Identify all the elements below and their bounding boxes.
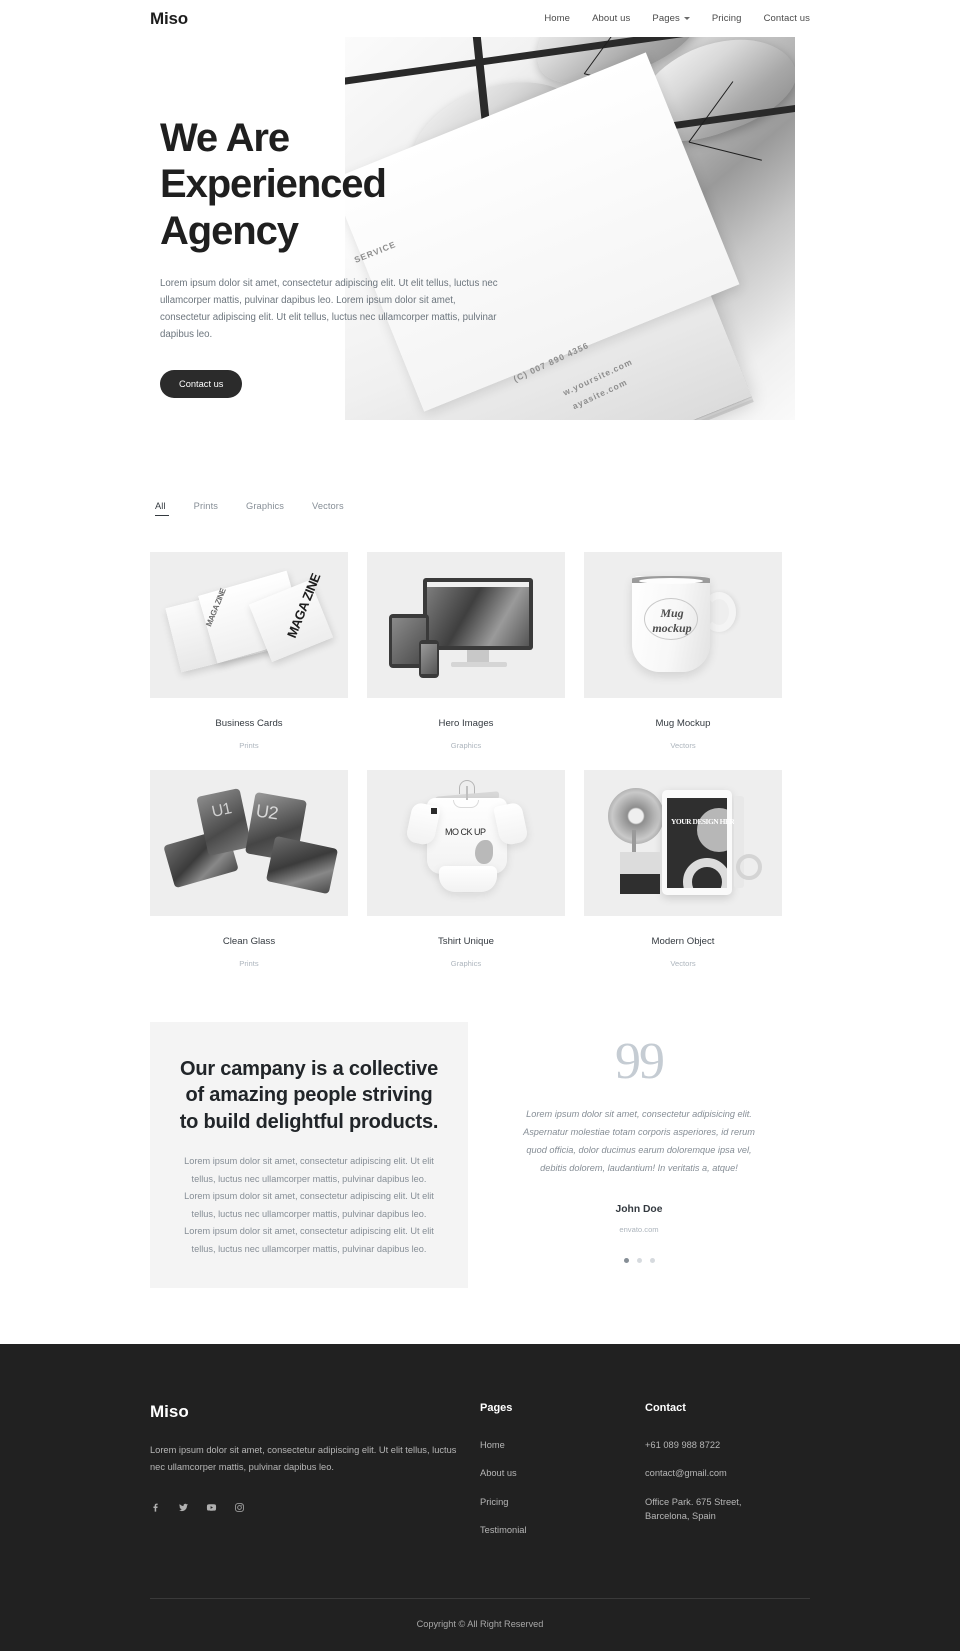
footer-copyright: Copyright © All Right Reserved — [416, 1618, 544, 1629]
hero-contact-us-button[interactable]: Contact us — [160, 370, 243, 399]
footer-brand: Miso — [150, 1402, 189, 1422]
footer-social-links — [150, 1502, 480, 1513]
footer-brand-column: Miso Lorem ipsum dolor sit amet, consect… — [150, 1402, 480, 1552]
site-footer: Miso Lorem ipsum dolor sit amet, consect… — [0, 1344, 960, 1651]
testimonial-dot-1[interactable] — [623, 1257, 629, 1263]
testimonial-dot-3[interactable] — [649, 1257, 655, 1263]
nav-link-home[interactable]: Home — [544, 13, 570, 24]
about-text: Lorem ipsum dolor sit amet, consectetur … — [184, 1156, 434, 1254]
portfolio-card[interactable]: YOUR DESIGN HERE Modern Object Vectors — [584, 770, 782, 968]
footer-link-home[interactable]: Home — [480, 1438, 645, 1452]
portfolio-card-category: Graphics — [450, 741, 482, 750]
chevron-down-icon — [683, 17, 690, 20]
portfolio-card-title: Clean Glass — [222, 936, 276, 947]
portfolio-card-title: Mug Mockup — [655, 718, 711, 729]
about-title: Our campany is a collective of amazing p… — [179, 1058, 439, 1133]
portfolio-card-category: Vectors — [670, 959, 696, 968]
facebook-icon[interactable] — [150, 1502, 161, 1513]
portfolio-card-category: Graphics — [450, 959, 482, 968]
hero-section: SERVICE (C) 007 890 4356 w.yoursite.com … — [0, 0, 960, 455]
testimonial-author-name: John Doe — [615, 1203, 663, 1215]
instagram-icon[interactable] — [234, 1502, 245, 1513]
footer-contact-email[interactable]: contact@gmail.com — [645, 1466, 810, 1480]
testimonial-dot-2[interactable] — [636, 1257, 642, 1263]
portfolio-card-category: Vectors — [670, 741, 696, 750]
footer-description: Lorem ipsum dolor sit amet, consectetur … — [150, 1445, 457, 1473]
nav-link-contact-us[interactable]: Contact us — [764, 13, 810, 24]
quote-icon: 99 — [615, 1033, 665, 1090]
footer-pages-heading: Pages — [480, 1402, 513, 1415]
portfolio-card[interactable]: MO CK UP Tshirt Unique Graphics — [367, 770, 565, 968]
footer-inner: Miso Lorem ipsum dolor sit amet, consect… — [150, 1402, 810, 1552]
testimonial-pagination — [512, 1257, 766, 1263]
footer-contact-phone[interactable]: +61 089 988 8722 — [645, 1438, 810, 1452]
site-header: Miso Home About us Pages Pricing Contact… — [0, 0, 960, 37]
portfolio-thumbnail-tshirt[interactable]: MO CK UP — [367, 770, 565, 916]
footer-contact-heading: Contact — [645, 1402, 686, 1415]
main-navigation: Home About us Pages Pricing Contact us — [544, 13, 810, 24]
thumb-tshirt-label: MO CK UP — [445, 827, 486, 837]
youtube-icon[interactable] — [206, 1502, 217, 1513]
nav-link-pricing[interactable]: Pricing — [712, 13, 742, 24]
hero-subtitle: Lorem ipsum dolor sit amet, consectetur … — [160, 278, 498, 341]
testimonial-block: 99 Lorem ipsum dolor sit amet, consectet… — [468, 1022, 810, 1263]
portfolio-card-category: Prints — [239, 959, 259, 968]
about-testimonial-section: Our campany is a collective of amazing p… — [150, 968, 810, 1289]
portfolio-card-title: Hero Images — [438, 718, 494, 729]
footer-contact-address: Office Park. 675 Street, Barcelona, Spai… — [645, 1496, 742, 1522]
portfolio-filter-prints[interactable]: Prints — [194, 501, 218, 516]
nav-link-about-us[interactable]: About us — [592, 13, 630, 24]
portfolio-card[interactable]: MAGA ZINE MAGA ZINE Business Cards Print… — [150, 552, 348, 750]
footer-pages-column: Pages Home About us Pricing Testimonial — [480, 1402, 645, 1552]
portfolio-filter-vectors[interactable]: Vectors — [312, 501, 344, 516]
portfolio-grid: MAGA ZINE MAGA ZINE Business Cards Print… — [150, 552, 810, 968]
portfolio-card-category: Prints — [239, 741, 259, 750]
brand-logo[interactable]: Miso — [150, 9, 188, 29]
portfolio-section: All Prints Graphics Vectors MAGA ZINE MA… — [150, 455, 810, 968]
portfolio-card-title: Business Cards — [215, 718, 283, 729]
about-box: Our campany is a collective of amazing p… — [150, 1022, 468, 1289]
thumb-foldphone-label-left: U1 — [210, 800, 233, 821]
portfolio-card[interactable]: Mug mockup Mug Mockup Vectors — [584, 552, 782, 750]
nav-link-pages-label: Pages — [652, 13, 680, 24]
portfolio-thumbnail-devices[interactable] — [367, 552, 565, 698]
thumb-mug-label: Mug mockup — [652, 606, 692, 635]
footer-link-pricing[interactable]: Pricing — [480, 1495, 645, 1509]
twitter-icon[interactable] — [178, 1502, 189, 1513]
portfolio-thumbnail-magazine[interactable]: MAGA ZINE MAGA ZINE — [150, 552, 348, 698]
portfolio-filter-all[interactable]: All — [155, 501, 169, 516]
hero-title: We Are Experienced Agency — [160, 116, 387, 253]
testimonial-text: Lorem ipsum dolor sit amet, consectetur … — [523, 1109, 755, 1173]
nav-link-pages[interactable]: Pages — [652, 13, 690, 24]
portfolio-card-title: Modern Object — [651, 936, 715, 947]
header-inner: Miso Home About us Pages Pricing Contact… — [150, 9, 810, 29]
footer-link-about-us[interactable]: About us — [480, 1466, 645, 1480]
portfolio-thumbnail-stationery[interactable]: YOUR DESIGN HERE — [584, 770, 782, 916]
hero-copy: We Are Experienced Agency Lorem ipsum do… — [160, 115, 510, 399]
portfolio-card-title: Tshirt Unique — [438, 936, 494, 947]
portfolio-filters: All Prints Graphics Vectors — [150, 501, 810, 516]
footer-contact-column: Contact +61 089 988 8722 contact@gmail.c… — [645, 1402, 810, 1552]
thumb-stationery-label: YOUR DESIGN HERE — [671, 817, 739, 826]
portfolio-filter-graphics[interactable]: Graphics — [246, 501, 284, 516]
portfolio-thumbnail-mug[interactable]: Mug mockup — [584, 552, 782, 698]
portfolio-card[interactable]: U1 U2 Clean Glass Prints — [150, 770, 348, 968]
thumb-foldphone-label-right: U2 — [254, 800, 280, 824]
testimonial-author-role: envato.com — [619, 1224, 659, 1234]
footer-link-testimonial[interactable]: Testimonial — [480, 1523, 645, 1537]
page-root: Miso Home About us Pages Pricing Contact… — [0, 0, 960, 1651]
portfolio-card[interactable]: Hero Images Graphics — [367, 552, 565, 750]
portfolio-thumbnail-foldphone[interactable]: U1 U2 — [150, 770, 348, 916]
